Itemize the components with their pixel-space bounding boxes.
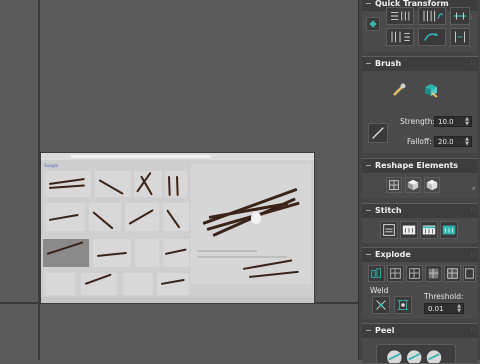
image-thumbnail [45,273,75,295]
align-horizontal-button[interactable] [386,7,414,25]
taskbar [41,297,314,303]
rollout-header[interactable]: − Stitch ∷ [362,204,478,218]
spinner-arrows-icon[interactable]: ▲ ▼ [457,304,461,314]
rollout-title: Brush [375,59,402,68]
drag-handle-icon[interactable]: ∷ [471,250,476,258]
rollout-title: Peel [375,326,395,335]
stitch-to-source-button[interactable] [400,221,418,239]
weld-selected-button[interactable] [372,296,390,314]
rollout-stitch: − Stitch ∷ [362,203,478,243]
text-line [197,250,257,252]
explode-by-smoothing-button[interactable] [387,265,404,282]
collapse-icon[interactable]: − [365,161,372,170]
text-line [197,256,287,258]
align-to-view-button[interactable] [366,17,380,31]
stitch-to-target-button[interactable] [440,221,458,239]
rollout-header[interactable]: − Brush ∷ [362,57,478,71]
rollout-title: Reshape Elements [375,161,459,170]
collapse-icon[interactable]: − [365,326,372,335]
drag-handle-icon[interactable]: ∷ [471,206,476,214]
break-button[interactable] [368,265,385,282]
space-vertical-button[interactable] [386,28,414,46]
threshold-spinner[interactable]: 0.01 ▲ ▼ [424,303,464,314]
rollout-header[interactable]: − Explode ∷ [362,248,478,262]
strength-spinner[interactable]: 10.0 ▲ ▼ [434,116,472,127]
collapse-icon[interactable]: − [365,0,372,8]
rollout-header[interactable]: − Peel ∷ [362,324,478,338]
browser-toolbar [41,153,314,160]
drag-handle-icon[interactable]: ∷ [471,326,476,334]
stitch-custom-button[interactable] [380,221,398,239]
image-preview-panel [191,164,311,284]
vanilla-pod [242,259,293,270]
viewport[interactable]: Google [0,0,358,360]
address-bar [71,155,211,158]
peel-buttons-group [376,344,456,364]
relax-brush-button[interactable] [422,81,440,99]
threshold-label: Threshold: [424,292,464,301]
falloff-spinner[interactable]: 20.0 ▲ ▼ [434,136,472,147]
image-thumbnail [163,203,189,231]
image-thumbnail [89,203,121,231]
image-thumbnail [135,239,159,267]
collapse-icon[interactable]: − [365,59,372,68]
weld-all-button[interactable] [394,296,412,314]
strength-value: 10.0 [438,118,454,126]
flatten-by-polygon-angle-button[interactable] [425,265,442,282]
rollout-title: Stitch [375,206,402,215]
spinner-arrows-icon[interactable]: ▲ ▼ [465,117,469,127]
flatten-by-material-button[interactable] [463,265,476,282]
brush-falloff-curve-button[interactable] [368,123,388,143]
spinner-arrows-icon[interactable]: ▲ ▼ [465,137,469,147]
more-options-icon[interactable]: ◢ [471,185,475,191]
rollout-peel: − Peel ∷ [362,323,478,364]
rollout-quick-transform: − Quick Transform ⋮ [362,0,478,52]
relax-elements-button[interactable] [405,177,421,193]
unfold-elements-button[interactable] [424,177,440,193]
flatten-by-smoothing-button[interactable] [444,265,461,282]
strength-label: Strength: [400,117,435,126]
drag-handle-icon[interactable]: ⋮ [468,13,475,21]
align-vertical-button[interactable] [418,7,446,25]
space-horizontal-button[interactable] [450,28,470,46]
texture-browser-screenshot: Google [40,152,315,304]
image-thumbnail [123,273,153,295]
collapse-icon[interactable]: − [365,250,372,259]
align-edge-button[interactable] [450,7,470,25]
rollout-title: Explode [375,250,411,259]
rollout-brush: − Brush ∷ Strength: 10.0 ▲ ▼ Falloff: 20.… [362,56,478,153]
rollout-explode: − Explode ∷ Weld Threshold: 0.01 ▲ ▼ [362,247,478,319]
weld-label: Weld [370,286,389,295]
stitch-to-average-button[interactable] [420,221,438,239]
threshold-value: 0.01 [428,305,444,313]
paint-brush-button[interactable] [390,81,408,99]
vanilla-flower [251,212,261,224]
command-panel: − Quick Transform ⋮ − Brush ∷ Strength: … [358,0,480,364]
vanilla-pod [248,270,299,278]
straighten-selection-button[interactable] [386,177,402,193]
falloff-label: Falloff: [407,137,432,146]
falloff-value: 20.0 [438,138,454,146]
rollout-reshape-elements: − Reshape Elements ◢ [362,158,478,198]
rotate-button[interactable] [418,28,446,46]
rollout-header[interactable]: − Reshape Elements [362,159,478,173]
search-logo: Google [44,163,59,168]
explode-by-material-button[interactable] [406,265,423,282]
collapse-icon[interactable]: − [365,206,372,215]
image-thumbnail [95,171,131,197]
drag-handle-icon[interactable]: ∷ [471,59,476,67]
